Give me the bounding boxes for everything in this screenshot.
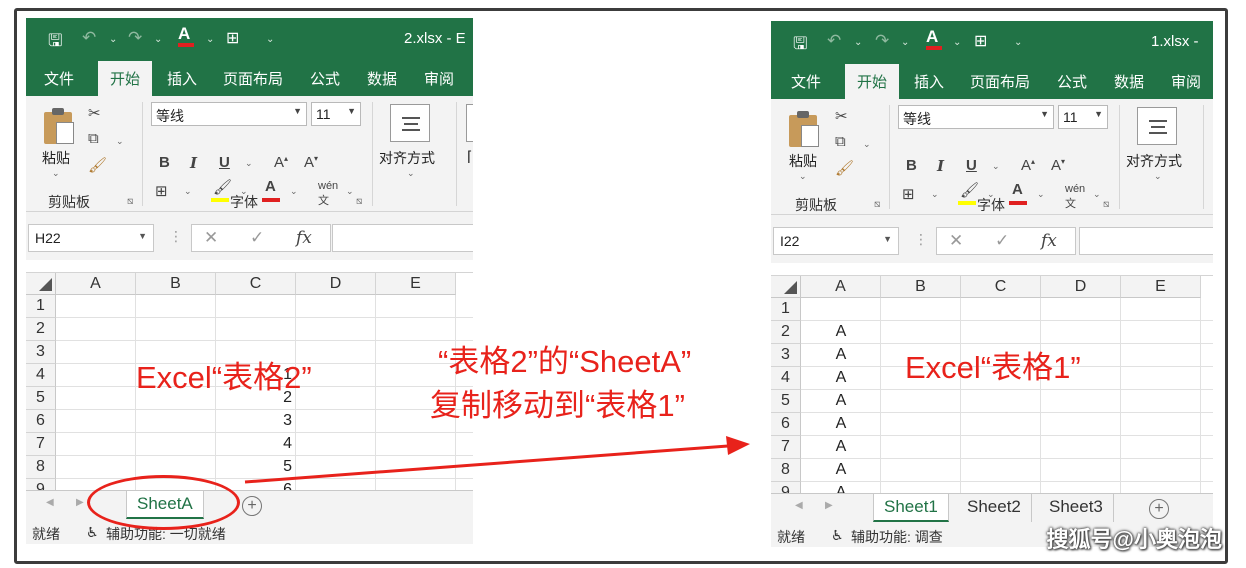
watermark: 搜狐号@小奥泡泡 [1046,527,1222,552]
arrow-shaft [244,444,729,484]
move-arrow [244,436,750,484]
arrow-head [726,436,750,455]
